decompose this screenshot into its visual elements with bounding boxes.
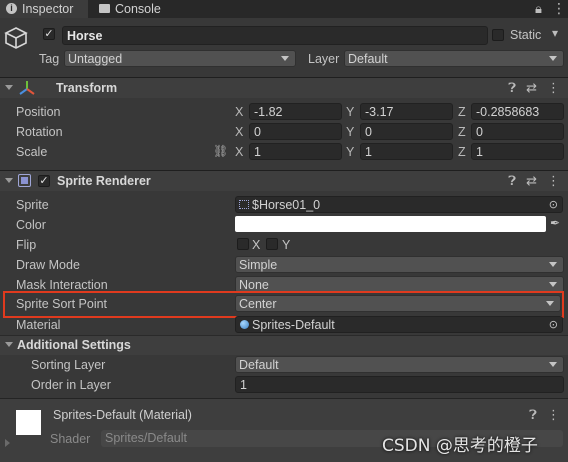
- scale-label: Scale: [16, 145, 48, 159]
- scale-y-axis[interactable]: Y: [346, 144, 354, 160]
- tab-inspector-label: Inspector: [22, 2, 74, 16]
- transform-title: Transform: [56, 81, 118, 95]
- sprite-field[interactable]: $Horse01_0 ⊙: [235, 196, 563, 213]
- console-icon: [99, 4, 110, 13]
- sprite-renderer-header-icons: ❓︎ ⇄ ⋮: [508, 173, 560, 189]
- static-checkbox[interactable]: [492, 29, 504, 41]
- rotation-label: Rotation: [16, 125, 63, 139]
- sprite-sort-point-label: Sprite Sort Point: [16, 297, 108, 311]
- position-label: Position: [16, 105, 61, 119]
- preset-icon[interactable]: ⇄: [526, 173, 537, 189]
- sprite-label: Sprite: [16, 198, 49, 212]
- color-swatch[interactable]: [235, 216, 546, 232]
- info-icon: i: [6, 3, 17, 14]
- watermark-text: CSDN @思考的橙子: [382, 436, 538, 456]
- layer-label: Layer: [308, 52, 340, 66]
- eyedropper-icon[interactable]: ✒︎: [550, 216, 560, 230]
- chevron-down-icon: [549, 362, 557, 367]
- tab-console-label: Console: [115, 2, 161, 16]
- more-options-icon[interactable]: ⋮: [552, 0, 566, 17]
- color-label: Color: [16, 218, 46, 232]
- more-options-icon[interactable]: ⋮: [547, 173, 560, 189]
- sprite-renderer-icon: [18, 174, 31, 187]
- sprite-renderer-title: Sprite Renderer: [57, 174, 151, 188]
- scale-z-field[interactable]: 1: [471, 143, 564, 160]
- constrain-proportions-icon[interactable]: ⛓︎: [213, 144, 228, 158]
- tab-inspector[interactable]: i Inspector: [0, 0, 88, 18]
- tag-dropdown[interactable]: Untagged: [64, 50, 296, 67]
- position-x-axis[interactable]: X: [235, 104, 243, 120]
- material-label: Material: [16, 318, 61, 332]
- fold-arrow-icon[interactable]: [5, 178, 13, 183]
- chevron-down-icon: [549, 262, 557, 267]
- layer-dropdown[interactable]: Default: [344, 50, 564, 67]
- tag-label: Tag: [39, 52, 60, 66]
- flip-label: Flip: [16, 238, 37, 252]
- rotation-z-field[interactable]: 0: [471, 123, 564, 140]
- expand-arrow-icon[interactable]: [5, 439, 10, 447]
- flip-x-label: X: [252, 238, 261, 252]
- fold-arrow-icon[interactable]: [5, 342, 13, 347]
- lock-icon[interactable]: 🔒︎: [535, 1, 542, 17]
- shader-label: Shader: [50, 432, 91, 446]
- sprite-renderer-header[interactable]: ✓ Sprite Renderer ❓︎ ⇄ ⋮: [0, 170, 568, 191]
- scale-z-axis[interactable]: Z: [458, 144, 466, 160]
- rotation-x-axis[interactable]: X: [235, 124, 243, 140]
- gameobject-name-field[interactable]: Horse: [62, 26, 488, 45]
- static-dropdown-chevron-icon[interactable]: ▾: [552, 26, 558, 40]
- position-z-field[interactable]: -0.2858683: [471, 103, 564, 120]
- position-y-field[interactable]: -3.17: [360, 103, 453, 120]
- more-options-icon[interactable]: ⋮: [547, 407, 560, 423]
- material-header-icons: ❓︎ ⋮: [529, 407, 560, 423]
- material-sphere-icon: [240, 320, 249, 329]
- position-z-axis[interactable]: Z: [458, 104, 466, 120]
- tab-bar: i Inspector Console 🔒︎ ⋮: [0, 0, 568, 18]
- additional-settings-header[interactable]: Additional Settings: [0, 335, 568, 355]
- sprite-asset-icon: [239, 200, 249, 209]
- scale-x-field[interactable]: 1: [249, 143, 342, 160]
- tab-console[interactable]: Console: [96, 0, 176, 18]
- sorting-layer-label: Sorting Layer: [31, 358, 106, 372]
- material-section-name: Sprites-Default (Material): [53, 408, 192, 422]
- position-y-axis[interactable]: Y: [346, 104, 354, 120]
- object-picker-icon[interactable]: ⊙: [549, 318, 558, 331]
- flip-y-checkbox[interactable]: [266, 238, 278, 250]
- static-label: Static: [510, 28, 542, 42]
- fold-arrow-icon[interactable]: [5, 85, 13, 90]
- scale-x-axis[interactable]: X: [235, 144, 243, 160]
- chevron-down-icon: [281, 56, 289, 61]
- material-field[interactable]: Sprites-Default ⊙: [235, 316, 563, 333]
- rotation-x-field[interactable]: 0: [249, 123, 342, 140]
- rotation-y-axis[interactable]: Y: [346, 124, 354, 140]
- transform-header[interactable]: Transform ❓︎ ⇄ ⋮: [0, 77, 568, 98]
- transform-axes-icon: [18, 80, 36, 96]
- additional-settings-title: Additional Settings: [17, 338, 131, 352]
- chevron-down-icon: [549, 282, 557, 287]
- sorting-layer-dropdown[interactable]: Default: [235, 356, 564, 373]
- draw-mode-dropdown[interactable]: Simple: [235, 256, 564, 273]
- help-icon[interactable]: ❓︎: [508, 80, 516, 96]
- scale-y-field[interactable]: 1: [360, 143, 453, 160]
- sprite-sort-point-dropdown[interactable]: Center: [235, 295, 561, 312]
- flip-y-label: Y: [282, 238, 291, 252]
- chevron-down-icon: [549, 56, 557, 61]
- position-x-field[interactable]: -1.82: [249, 103, 342, 120]
- flip-x-checkbox[interactable]: [237, 238, 249, 250]
- order-in-layer-label: Order in Layer: [31, 378, 111, 392]
- gameobject-cube-icon: [4, 26, 28, 50]
- rotation-z-axis[interactable]: Z: [458, 124, 466, 140]
- material-preview: [16, 410, 41, 435]
- transform-header-icons: ❓︎ ⇄ ⋮: [508, 80, 560, 96]
- order-in-layer-field[interactable]: 1: [235, 376, 564, 393]
- rotation-y-field[interactable]: 0: [360, 123, 453, 140]
- preset-icon[interactable]: ⇄: [526, 80, 537, 96]
- object-picker-icon[interactable]: ⊙: [549, 198, 558, 211]
- active-checkbox[interactable]: ✓: [43, 28, 55, 40]
- sprite-renderer-enabled-checkbox[interactable]: ✓: [38, 175, 50, 187]
- help-icon[interactable]: ❓︎: [529, 407, 537, 423]
- draw-mode-label: Draw Mode: [16, 258, 80, 272]
- chevron-down-icon: [546, 301, 554, 306]
- more-options-icon[interactable]: ⋮: [547, 80, 560, 96]
- help-icon[interactable]: ❓︎: [508, 173, 516, 189]
